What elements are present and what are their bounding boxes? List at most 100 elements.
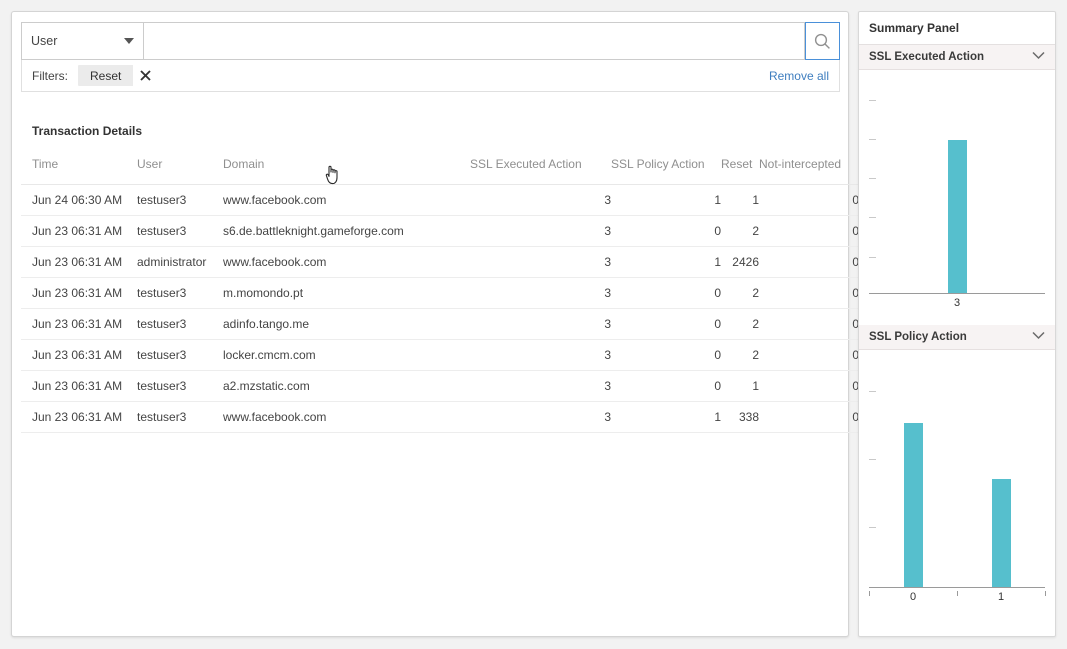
cell-ssl-policy-action: 0 (611, 309, 721, 340)
chart-x-axis-tick (1045, 591, 1046, 596)
chart-x-axis-line (869, 587, 1045, 588)
cell-ssl-policy-action: 0 (611, 340, 721, 371)
cell-ssl-executed-action: 3 (470, 371, 611, 402)
cell-ssl-policy-action: 1 (611, 185, 721, 216)
cell-user: administrator (137, 247, 223, 278)
chart-bar-slot (869, 364, 957, 587)
search-button[interactable] (805, 22, 840, 60)
filters-label: Filters: (32, 69, 68, 83)
close-icon[interactable] (133, 65, 157, 86)
cell-reset: 338 (721, 402, 759, 433)
cell-reset: 2 (721, 340, 759, 371)
transaction-details-table: Time User Domain SSL Executed Action SSL… (21, 152, 870, 433)
chart-x-tick-label: 3 (869, 297, 1045, 309)
cell-user: testuser3 (137, 185, 223, 216)
cell-time: Jun 23 06:31 AM (21, 371, 137, 402)
chart-x-axis-line (869, 293, 1045, 294)
table-header-row: Time User Domain SSL Executed Action SSL… (21, 152, 870, 185)
chart-plot-area (869, 84, 1045, 294)
cell-domain: www.facebook.com (223, 247, 470, 278)
column-header-user[interactable]: User (137, 152, 223, 185)
cell-domain: adinfo.tango.me (223, 309, 470, 340)
cell-domain: a2.mzstatic.com (223, 371, 470, 402)
chart-bar[interactable] (948, 140, 967, 293)
column-header-not-intercepted[interactable]: Not-intercepted (759, 152, 870, 185)
summary-section-header-ssl-executed-action[interactable]: SSL Executed Action (859, 45, 1055, 70)
cell-ssl-policy-action: 1 (611, 402, 721, 433)
column-header-ssl-policy-action[interactable]: SSL Policy Action (611, 152, 721, 185)
cell-domain: www.facebook.com (223, 185, 470, 216)
table-row[interactable]: Jun 23 06:31 AMtestuser3m.momondo.pt3020 (21, 278, 870, 309)
chevron-down-icon (124, 38, 134, 44)
chart-ssl-executed-action: 3 (859, 70, 1055, 309)
chart-x-axis-labels: 3 (869, 297, 1045, 309)
chart-x-axis-tick (957, 591, 958, 596)
cell-not-intercepted: 0 (759, 216, 870, 247)
column-header-time[interactable]: Time (21, 152, 137, 185)
cell-ssl-executed-action: 3 (470, 247, 611, 278)
cell-ssl-policy-action: 0 (611, 278, 721, 309)
table-row[interactable]: Jun 23 06:31 AMtestuser3s6.de.battleknig… (21, 216, 870, 247)
summary-panel: Summary Panel SSL Executed Action 3 SSL … (858, 11, 1056, 637)
table-head: Time User Domain SSL Executed Action SSL… (21, 152, 870, 185)
chart-ssl-policy-action: 01 (859, 350, 1055, 603)
search-icon (814, 33, 831, 50)
search-type-dropdown[interactable]: User (21, 22, 144, 60)
cell-user: testuser3 (137, 340, 223, 371)
filter-chip-reset[interactable]: Reset (78, 65, 157, 86)
cell-domain: locker.cmcm.com (223, 340, 470, 371)
cell-reset: 2 (721, 309, 759, 340)
cell-ssl-executed-action: 3 (470, 185, 611, 216)
cell-time: Jun 23 06:31 AM (21, 278, 137, 309)
table-row[interactable]: Jun 23 06:31 AMtestuser3www.facebook.com… (21, 402, 870, 433)
remove-all-filters-link[interactable]: Remove all (769, 69, 829, 83)
app-root: User Filters: Reset (0, 0, 1067, 649)
table-row[interactable]: Jun 23 06:31 AMtestuser3a2.mzstatic.com3… (21, 371, 870, 402)
cell-not-intercepted: 0 (759, 402, 870, 433)
chart-bar[interactable] (992, 479, 1011, 587)
cell-ssl-executed-action: 3 (470, 402, 611, 433)
cell-user: testuser3 (137, 371, 223, 402)
cell-not-intercepted: 0 (759, 278, 870, 309)
cell-ssl-executed-action: 3 (470, 309, 611, 340)
chart-bar[interactable] (904, 423, 923, 587)
table-row[interactable]: Jun 24 06:30 AMtestuser3www.facebook.com… (21, 185, 870, 216)
cell-time: Jun 23 06:31 AM (21, 340, 137, 371)
cell-not-intercepted: 0 (759, 371, 870, 402)
transaction-main-panel: User Filters: Reset (11, 11, 849, 637)
cell-domain: m.momondo.pt (223, 278, 470, 309)
chart-x-axis-labels: 01 (869, 591, 1045, 603)
cell-time: Jun 23 06:31 AM (21, 247, 137, 278)
cell-not-intercepted: 0 (759, 309, 870, 340)
chart-x-tick-label: 1 (957, 591, 1045, 603)
cell-not-intercepted: 0 (759, 185, 870, 216)
cell-ssl-policy-action: 0 (611, 371, 721, 402)
cell-user: testuser3 (137, 309, 223, 340)
cell-ssl-executed-action: 3 (470, 278, 611, 309)
transaction-details-heading: Transaction Details (32, 124, 142, 138)
cell-ssl-policy-action: 0 (611, 216, 721, 247)
table-body: Jun 24 06:30 AMtestuser3www.facebook.com… (21, 185, 870, 433)
summary-section-header-ssl-policy-action[interactable]: SSL Policy Action (859, 325, 1055, 350)
summary-section-label: SSL Executed Action (869, 51, 1032, 63)
cell-reset: 1 (721, 371, 759, 402)
table-row[interactable]: Jun 23 06:31 AMtestuser3locker.cmcm.com3… (21, 340, 870, 371)
chart-bar-slot (869, 84, 1045, 293)
table-row[interactable]: Jun 23 06:31 AMadministratorwww.facebook… (21, 247, 870, 278)
cell-time: Jun 23 06:31 AM (21, 309, 137, 340)
cell-ssl-policy-action: 1 (611, 247, 721, 278)
cell-domain: www.facebook.com (223, 402, 470, 433)
chart-bars (869, 364, 1045, 587)
column-header-domain[interactable]: Domain (223, 152, 470, 185)
column-header-reset[interactable]: Reset (721, 152, 759, 185)
chart-x-axis-tick (869, 591, 870, 596)
column-header-ssl-executed-action[interactable]: SSL Executed Action (470, 152, 611, 185)
summary-panel-title: Summary Panel (859, 12, 1055, 45)
cell-ssl-executed-action: 3 (470, 216, 611, 247)
cell-not-intercepted: 0 (759, 247, 870, 278)
chart-bar-slot (957, 364, 1045, 587)
search-type-value: User (31, 34, 118, 48)
search-input[interactable] (144, 22, 805, 60)
table-row[interactable]: Jun 23 06:31 AMtestuser3adinfo.tango.me3… (21, 309, 870, 340)
chevron-down-icon (1032, 51, 1045, 63)
